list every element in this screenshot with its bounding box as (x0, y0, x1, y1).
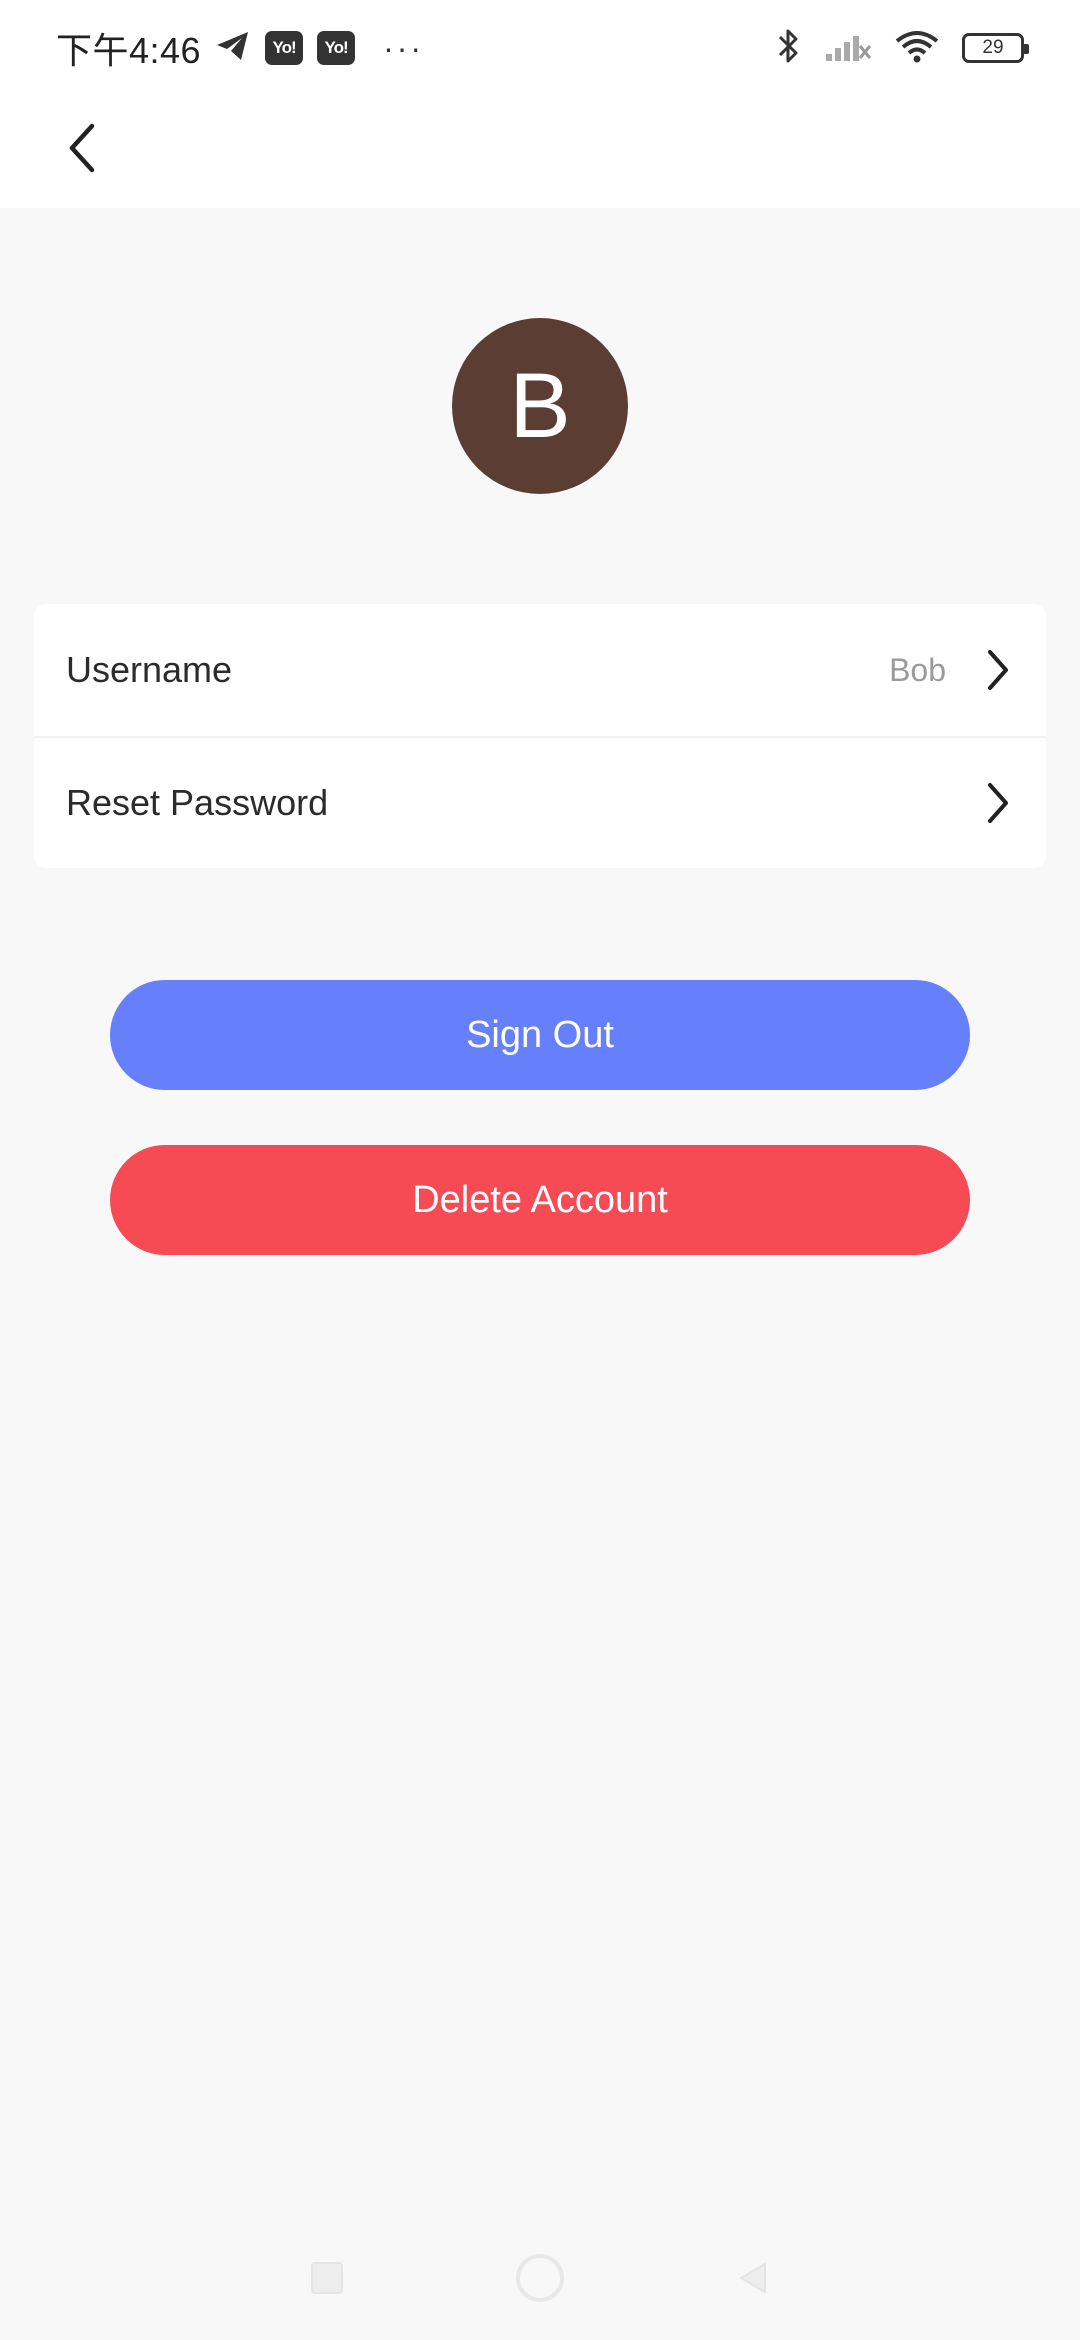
status-bar-right: 29 (776, 26, 1029, 71)
bluetooth-icon (776, 26, 802, 71)
battery-icon: 29 (962, 33, 1029, 63)
telegram-icon (215, 29, 251, 68)
reset-password-label: Reset Password (66, 782, 329, 823)
delete-account-button[interactable]: Delete Account (110, 1145, 970, 1255)
back-button[interactable] (46, 114, 118, 186)
recents-square-icon (309, 2260, 345, 2301)
header (0, 96, 1080, 208)
chevron-right-icon (982, 648, 1014, 692)
screen: 下午4:46 Yo! Yo! ··· 29 B Username Bob Res… (0, 0, 1080, 2340)
recents-button[interactable] (297, 2250, 357, 2310)
username-row[interactable]: Username Bob (34, 604, 1046, 736)
chevron-right-icon (982, 781, 1014, 825)
avatar-initial: B (509, 354, 571, 457)
status-bar: 下午4:46 Yo! Yo! ··· 29 (0, 0, 1080, 96)
more-notifications-icon: ··· (383, 29, 425, 66)
status-time: 下午4:46 (56, 30, 202, 71)
battery-level: 29 (982, 37, 1004, 58)
system-back-button[interactable] (723, 2250, 783, 2310)
home-button[interactable] (510, 2250, 570, 2310)
chevron-left-icon (64, 122, 100, 179)
back-triangle-icon (735, 2260, 771, 2301)
signal-icon (824, 30, 872, 67)
wifi-icon (894, 29, 940, 68)
username-value: Bob (889, 651, 946, 688)
app-notification-icon: Yo! (265, 31, 304, 65)
home-circle-icon (514, 2252, 566, 2309)
avatar[interactable]: B (452, 318, 628, 494)
sign-out-button[interactable]: Sign Out (110, 980, 970, 1090)
account-settings-list: Username Bob Reset Password (34, 604, 1046, 868)
app-notification-icon: Yo! (317, 31, 356, 65)
system-nav-bar (0, 2220, 1080, 2340)
username-label: Username (66, 649, 233, 690)
reset-password-row[interactable]: Reset Password (34, 736, 1046, 868)
status-bar-left: 下午4:46 Yo! Yo! ··· (56, 22, 424, 74)
